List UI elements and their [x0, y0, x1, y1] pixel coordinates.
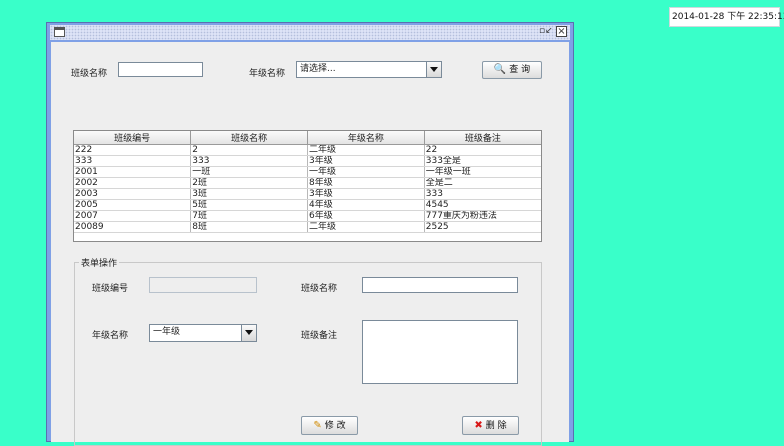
cell-class-remark: 333全是: [424, 155, 541, 167]
table-row[interactable]: 20089 8班 二年级 2525: [74, 221, 541, 233]
cell-class-id: 2007: [74, 210, 192, 222]
form-class-name-label: 班级名称: [301, 284, 338, 294]
table-row[interactable]: 2005 5班 4年级 4545: [74, 199, 541, 211]
cell-class-name: 8班: [190, 221, 308, 233]
cell-class-name: 7班: [190, 210, 308, 222]
query-button-label: 查 询: [509, 65, 531, 75]
cell-class-id: 333: [74, 155, 192, 167]
form-class-id-label: 班级编号: [92, 284, 129, 294]
cell-class-id: 2001: [74, 166, 192, 178]
cell-class-name: 5班: [190, 199, 308, 211]
cell-class-name: 2班: [190, 177, 308, 189]
form-legend: 表单操作: [79, 256, 120, 269]
restore-icon: ▫↙: [539, 26, 553, 36]
restore-button[interactable]: ▫↙: [539, 26, 553, 37]
cell-class-id: 2003: [74, 188, 192, 200]
cell-class-remark: 333: [424, 188, 541, 200]
cell-grade-name: 二年级: [307, 221, 425, 233]
window-titlebar[interactable]: ▫↙ ×: [50, 25, 570, 40]
query-button[interactable]: 🔍 查 询: [482, 61, 542, 79]
form-grade-select[interactable]: 一年级: [149, 324, 257, 342]
delete-button-label: 删 除: [485, 421, 507, 431]
cell-class-id: 2002: [74, 177, 192, 189]
table-row[interactable]: 2007 7班 6年级 777重庆为粉违法: [74, 210, 541, 222]
cell-class-id: 2005: [74, 199, 192, 211]
chevron-down-icon[interactable]: [426, 62, 441, 77]
modify-button-label: 修 改: [324, 421, 346, 431]
cell-class-id: 20089: [74, 221, 192, 233]
modify-button[interactable]: ✎ 修 改: [301, 416, 358, 435]
form-remark-label: 班级备注: [301, 331, 338, 341]
table-row[interactable]: 333 333 3年级 333全是: [74, 155, 541, 167]
form-class-name-input[interactable]: [362, 277, 518, 293]
clock-display: 2014-01-28 下午 22:35:13: [669, 7, 784, 27]
pencil-icon: ✎: [313, 420, 322, 431]
clock-time: 下午 22:35:13: [727, 12, 784, 22]
form-grade-label: 年级名称: [92, 331, 129, 341]
cell-grade-name: 3年级: [307, 188, 425, 200]
cell-class-remark: 一年级一班: [424, 166, 541, 178]
cell-class-name: 333: [190, 155, 308, 167]
table-row[interactable]: 2002 2班 8年级 全是二: [74, 177, 541, 189]
cell-grade-name: 二年级: [307, 144, 425, 156]
table-row[interactable]: 2001 一班 一年级 一年级一班: [74, 166, 541, 178]
column-header-grade-name[interactable]: 年级名称: [307, 131, 425, 145]
cell-class-id: 222: [74, 144, 192, 156]
delete-icon: ✖: [474, 420, 483, 431]
column-header-class-name[interactable]: 班级名称: [190, 131, 308, 145]
internal-frame-window: ▫↙ × 班级名称 年级名称 请选择... 🔍 查 询 班级编号 班级名称 年级…: [46, 22, 574, 446]
cell-grade-name: 4年级: [307, 199, 425, 211]
clock-date: 2014-01-28: [672, 12, 725, 22]
form-remark-textarea[interactable]: [362, 320, 518, 384]
search-class-name-input[interactable]: [118, 62, 203, 77]
cell-class-remark: 4545: [424, 199, 541, 211]
cell-grade-name: 一年级: [307, 166, 425, 178]
close-button[interactable]: ×: [556, 26, 567, 37]
cell-class-remark: 22: [424, 144, 541, 156]
cell-grade-name: 3年级: [307, 155, 425, 167]
search-grade-label: 年级名称: [249, 69, 286, 79]
column-header-class-remark[interactable]: 班级备注: [424, 131, 541, 145]
cell-class-remark: 2525: [424, 221, 541, 233]
table-row[interactable]: 222 2 二年级 22: [74, 144, 541, 156]
class-table[interactable]: 班级编号 班级名称 年级名称 班级备注 222 2 二年级 22 333 333…: [73, 130, 542, 242]
cell-class-name: 2: [190, 144, 308, 156]
cell-grade-name: 6年级: [307, 210, 425, 222]
cell-class-remark: 777重庆为粉违法: [424, 210, 541, 222]
cell-class-name: 3班: [190, 188, 308, 200]
table-row[interactable]: 2003 3班 3年级 333: [74, 188, 541, 200]
cell-class-remark: 全是二: [424, 177, 541, 189]
cell-class-name: 一班: [190, 166, 308, 178]
delete-button[interactable]: ✖ 删 除: [462, 416, 519, 435]
search-grade-select[interactable]: 请选择...: [296, 61, 442, 78]
window-content: 班级名称 年级名称 请选择... 🔍 查 询 班级编号 班级名称 年级名称 班级备…: [51, 42, 569, 446]
close-icon: ×: [557, 26, 566, 37]
form-class-id-input[interactable]: [149, 277, 257, 293]
search-class-name-label: 班级名称: [71, 69, 108, 79]
column-header-class-id[interactable]: 班级编号: [74, 131, 192, 145]
window-icon: [54, 27, 65, 37]
form-grade-value: 一年级: [153, 327, 181, 337]
search-icon: 🔍: [493, 64, 507, 75]
chevron-down-icon[interactable]: [241, 325, 256, 341]
search-grade-value: 请选择...: [300, 64, 336, 74]
cell-grade-name: 8年级: [307, 177, 425, 189]
table-header-row: 班级编号 班级名称 年级名称 班级备注: [74, 131, 541, 145]
